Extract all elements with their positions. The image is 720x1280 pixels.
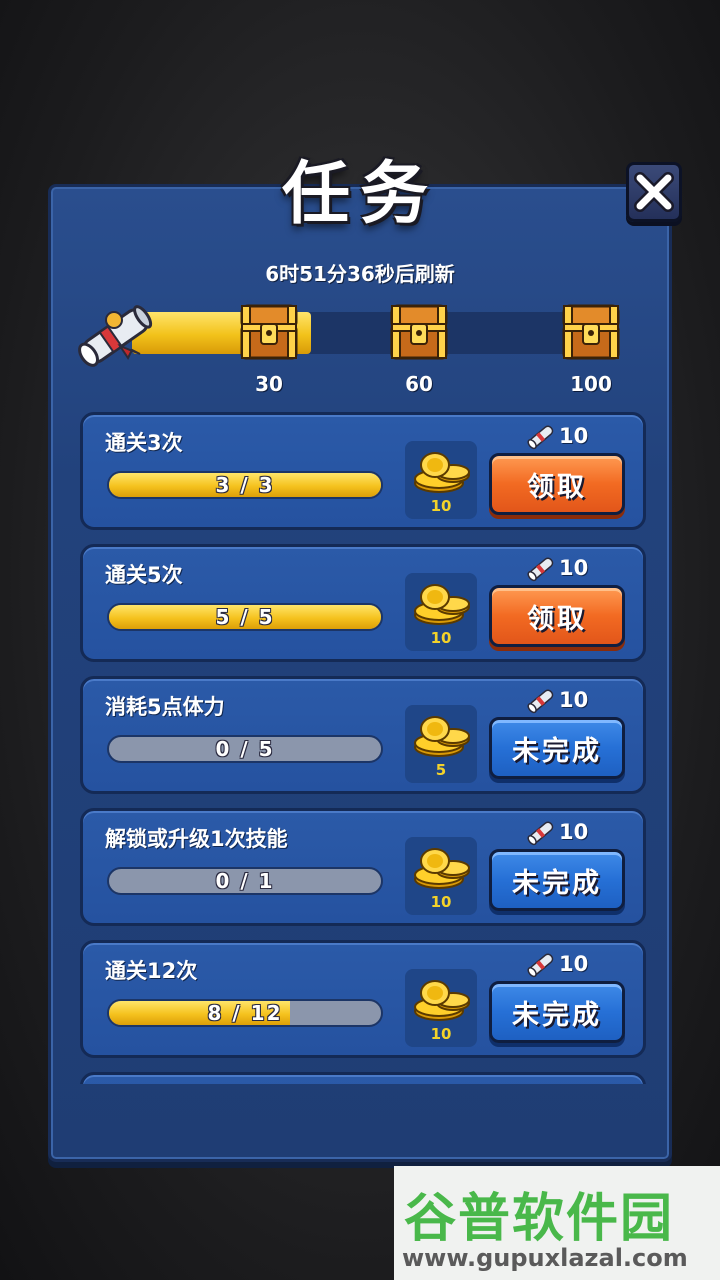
milestone-label: 100 bbox=[570, 372, 612, 396]
task-card: 通关12次 8 / 12 10 10 未完成 bbox=[80, 940, 646, 1058]
watermark-url: www.gupuxlazal.com bbox=[402, 1244, 688, 1272]
scroll-icon bbox=[527, 821, 554, 846]
claim-button[interactable]: 领取 bbox=[489, 453, 625, 515]
scroll-icon bbox=[527, 557, 554, 582]
task-progress-text: 8 / 12 bbox=[207, 1001, 283, 1025]
task-progress-text: 5 / 5 bbox=[215, 605, 275, 629]
close-button[interactable] bbox=[626, 162, 682, 222]
activity-points: 10 bbox=[559, 556, 589, 580]
activity-points: 10 bbox=[559, 688, 589, 712]
claim-button[interactable]: 领取 bbox=[489, 585, 625, 647]
task-progress-bar: 8 / 12 bbox=[107, 999, 383, 1027]
task-progress-bar: 0 / 5 bbox=[107, 735, 383, 763]
activity-points: 10 bbox=[559, 820, 589, 844]
incomplete-button[interactable]: 未完成 bbox=[489, 717, 625, 779]
task-progress-text: 0 / 5 bbox=[215, 737, 275, 761]
task-title: 解锁或升级1次技能 bbox=[105, 827, 288, 851]
coin-stack-icon bbox=[414, 584, 470, 625]
page-title: 任务 bbox=[281, 155, 438, 234]
activity-points: 10 bbox=[559, 424, 589, 448]
coin-amount: 10 bbox=[430, 893, 452, 911]
treasure-chest-icon[interactable] bbox=[558, 300, 624, 366]
activity-reward: 10 bbox=[525, 685, 588, 715]
milestone-label: 30 bbox=[255, 372, 283, 396]
coin-stack-icon bbox=[414, 980, 470, 1021]
task-title: 通关3次 bbox=[105, 431, 183, 455]
activity-reward: 10 bbox=[525, 553, 588, 583]
close-icon bbox=[634, 172, 674, 212]
scroll-icon bbox=[527, 425, 554, 450]
milestone-label: 60 bbox=[405, 372, 433, 396]
scroll-icon bbox=[527, 953, 554, 978]
task-title: 通关12次 bbox=[105, 959, 198, 983]
task-title: 消耗5点体力 bbox=[105, 695, 225, 719]
refresh-timer: 6时51分36秒后刷新 bbox=[265, 262, 455, 286]
coin-stack-icon bbox=[414, 716, 470, 757]
coin-amount: 5 bbox=[435, 761, 447, 779]
coin-reward: 10 bbox=[405, 837, 477, 915]
task-card: 消耗5点体力 0 / 5 5 10 未完成 bbox=[80, 676, 646, 794]
task-card-partial bbox=[80, 1072, 646, 1084]
coin-stack-icon bbox=[414, 848, 470, 889]
task-card: 解锁或升级1次技能 0 / 1 10 10 未完成 bbox=[80, 808, 646, 926]
watermark: 谷普软件园 www.gupuxlazal.com bbox=[394, 1166, 720, 1280]
coin-reward: 10 bbox=[405, 969, 477, 1047]
coin-reward: 10 bbox=[405, 573, 477, 651]
coin-amount: 10 bbox=[430, 629, 452, 647]
activity-points: 10 bbox=[559, 952, 589, 976]
coin-amount: 10 bbox=[430, 497, 452, 515]
activity-reward: 10 bbox=[525, 817, 588, 847]
coin-reward: 5 bbox=[405, 705, 477, 783]
scroll-icon bbox=[78, 305, 153, 367]
milestone-progress-track bbox=[132, 312, 604, 354]
task-title: 通关5次 bbox=[105, 563, 183, 587]
task-progress-text: 3 / 3 bbox=[215, 473, 275, 497]
task-list[interactable]: 通关3次 3 / 3 10 10 领取 通关5次 5 / 5 10 10 领取 … bbox=[80, 412, 646, 1084]
task-progress-bar: 3 / 3 bbox=[107, 471, 383, 499]
treasure-chest-icon[interactable] bbox=[236, 300, 302, 366]
coin-stack-icon bbox=[414, 452, 470, 493]
incomplete-button[interactable]: 未完成 bbox=[489, 981, 625, 1043]
task-card: 通关5次 5 / 5 10 10 领取 bbox=[80, 544, 646, 662]
task-progress-text: 0 / 1 bbox=[215, 869, 275, 893]
scroll-icon bbox=[527, 689, 554, 714]
activity-reward: 10 bbox=[525, 949, 588, 979]
task-card: 通关3次 3 / 3 10 10 领取 bbox=[80, 412, 646, 530]
incomplete-button[interactable]: 未完成 bbox=[489, 849, 625, 911]
activity-reward: 10 bbox=[525, 421, 588, 451]
task-progress-bar: 5 / 5 bbox=[107, 603, 383, 631]
task-progress-bar: 0 / 1 bbox=[107, 867, 383, 895]
coin-amount: 10 bbox=[430, 1025, 452, 1043]
watermark-name: 谷普软件园 bbox=[404, 1189, 675, 1249]
coin-reward: 10 bbox=[405, 441, 477, 519]
treasure-chest-icon[interactable] bbox=[386, 300, 452, 366]
